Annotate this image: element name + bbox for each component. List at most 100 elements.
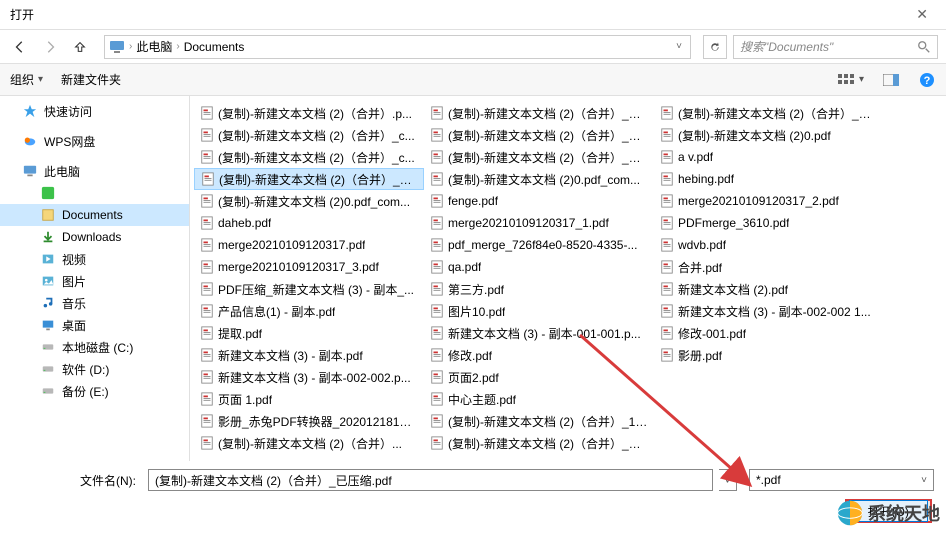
file-name: 新建文本文档 (3) - 副本-001-001.p... [448, 325, 641, 342]
search-placeholder: 搜索"Documents" [740, 38, 917, 55]
file-item[interactable]: (复制)-新建文本文档 (2)（合并）... [194, 432, 424, 454]
file-item[interactable]: (复制)-新建文本文档 (2)（合并）_加... [424, 432, 654, 454]
sidebar-quick-access[interactable]: 快速访问 [0, 100, 189, 122]
file-item[interactable]: fenge.pdf [424, 190, 654, 212]
pdf-icon [200, 304, 214, 318]
file-item[interactable]: daheb.pdf [194, 212, 424, 234]
chevron-down-icon[interactable]: ˅ [676, 41, 686, 52]
file-item[interactable]: merge20210109120317_2.pdf [654, 190, 884, 212]
file-name: 图片10.pdf [448, 303, 505, 320]
refresh-button[interactable] [703, 35, 727, 59]
file-item[interactable]: (复制)-新建文本文档 (2)（合并）_加... [654, 102, 884, 124]
file-name: PDFmerge_3610.pdf [678, 216, 789, 230]
sidebar-item[interactable]: 备份 (E:) [0, 380, 189, 402]
folder-icon [40, 317, 56, 333]
file-name: 页面 1.pdf [218, 391, 272, 408]
forward-button[interactable] [38, 35, 62, 59]
pdf-icon [660, 216, 674, 230]
file-item[interactable]: 修改-001.pdf [654, 322, 884, 344]
chevron-down-icon[interactable]: ▾ [38, 74, 43, 85]
close-icon[interactable]: ✕ [908, 2, 936, 27]
file-item[interactable]: (复制)-新建文本文档 (2)（合并）_c... [194, 124, 424, 146]
file-item[interactable]: (复制)-新建文本文档 (2)0.pdf_com... [424, 168, 654, 190]
file-item[interactable]: (复制)-新建文本文档 (2)0.pdf_com... [194, 190, 424, 212]
file-item[interactable]: qa.pdf [424, 256, 654, 278]
file-item[interactable]: (复制)-新建文本文档 (2)（合并）_已... [194, 168, 424, 190]
chevron-down-icon[interactable]: ▾ [859, 74, 864, 85]
sidebar-item[interactable]: 桌面 [0, 314, 189, 336]
sidebar-item[interactable]: 图片 [0, 270, 189, 292]
file-item[interactable]: hebing.pdf [654, 168, 884, 190]
file-item[interactable]: 页面 1.pdf [194, 388, 424, 410]
sidebar-item[interactable]: 音乐 [0, 292, 189, 314]
search-input[interactable]: 搜索"Documents" [733, 35, 938, 59]
file-item[interactable]: (复制)-新建文本文档 (2)（合并）_c... [194, 146, 424, 168]
file-item[interactable]: merge20210109120317_1.pdf [424, 212, 654, 234]
file-item[interactable]: (复制)-新建文本文档 (2)（合并）_已... [424, 146, 654, 168]
file-item[interactable]: wdvb.pdf [654, 234, 884, 256]
sidebar-item[interactable]: Downloads [0, 226, 189, 248]
new-folder-button[interactable]: 新建文件夹 [61, 71, 121, 88]
preview-pane-icon[interactable] [882, 71, 900, 89]
file-item[interactable]: merge20210109120317_3.pdf [194, 256, 424, 278]
file-item[interactable]: 提取.pdf [194, 322, 424, 344]
sidebar-wps[interactable]: WPS网盘 [0, 130, 189, 152]
file-item[interactable]: (复制)-新建文本文档 (2)（合并）.p... [194, 102, 424, 124]
file-name: 修改.pdf [448, 347, 492, 364]
file-item[interactable]: 第三方.pdf [424, 278, 654, 300]
file-item[interactable]: 合并.pdf [654, 256, 884, 278]
filename-history-dropdown[interactable]: ˅ [719, 469, 737, 491]
sidebar-item[interactable]: 本地磁盘 (C:) [0, 336, 189, 358]
file-item[interactable]: (复制)-新建文本文档 (2)0.pdf [654, 124, 884, 146]
file-item[interactable]: 影册_赤兔PDF转换器_20201218102... [194, 410, 424, 432]
file-item[interactable]: 产品信息(1) - 副本.pdf [194, 300, 424, 322]
sidebar-item[interactable]: 软件 (D:) [0, 358, 189, 380]
pdf-icon [430, 150, 444, 164]
organize-menu[interactable]: 组织 [10, 71, 34, 88]
sidebar-item-label: Documents [62, 208, 123, 222]
file-item[interactable]: 影册.pdf [654, 344, 884, 366]
file-name: 页面2.pdf [448, 369, 499, 386]
file-item[interactable]: a v.pdf [654, 146, 884, 168]
pdf-icon [200, 282, 214, 296]
file-item[interactable]: 新建文本文档 (2).pdf [654, 278, 884, 300]
file-item[interactable]: (复制)-新建文本文档 (2)（合并）_加... [424, 124, 654, 146]
file-item[interactable]: PDF压缩_新建文本文档 (3) - 副本_... [194, 278, 424, 300]
file-item[interactable]: 修改.pdf [424, 344, 654, 366]
view-options-icon[interactable] [837, 71, 855, 89]
file-item[interactable]: 新建文本文档 (3) - 副本-002-002.p... [194, 366, 424, 388]
folder-icon [40, 295, 56, 311]
file-item[interactable]: 新建文本文档 (3) - 副本-001-001.p... [424, 322, 654, 344]
file-name: 新建文本文档 (3) - 副本-002-002.p... [218, 369, 411, 386]
pdf-icon [200, 326, 214, 340]
sidebar-item[interactable]: Documents [0, 204, 189, 226]
back-button[interactable] [8, 35, 32, 59]
pdf-icon [430, 238, 444, 252]
crumb-thispc[interactable]: 此电脑 [136, 38, 172, 55]
file-item[interactable]: (复制)-新建文本文档 (2)（合并）_加... [424, 102, 654, 124]
file-type-filter[interactable]: *.pdf˅ [749, 469, 934, 491]
file-item[interactable]: (复制)-新建文本文档 (2)（合并）_1.... [424, 410, 654, 432]
pdf-icon [430, 348, 444, 362]
file-list[interactable]: (复制)-新建文本文档 (2)（合并）.p...(复制)-新建文本文档 (2)（… [190, 96, 946, 461]
file-item[interactable]: merge20210109120317.pdf [194, 234, 424, 256]
file-name: merge20210109120317_3.pdf [218, 260, 379, 274]
filename-input[interactable]: (复制)-新建文本文档 (2)（合并）_已压缩.pdf [148, 469, 713, 491]
crumb-documents[interactable]: Documents [184, 40, 245, 54]
pdf-icon [430, 106, 444, 120]
file-item[interactable]: 页面2.pdf [424, 366, 654, 388]
breadcrumb[interactable]: › 此电脑 › Documents ˅ [104, 35, 691, 59]
file-item[interactable]: pdf_merge_726f84e0-8520-4335-... [424, 234, 654, 256]
pdf-icon [660, 106, 674, 120]
sidebar-unknown-item[interactable] [0, 182, 189, 204]
up-button[interactable] [68, 35, 92, 59]
file-item[interactable]: 新建文本文档 (3) - 副本.pdf [194, 344, 424, 366]
sidebar-item[interactable]: 视频 [0, 248, 189, 270]
help-icon[interactable]: ? [918, 71, 936, 89]
file-item[interactable]: 中心主题.pdf [424, 388, 654, 410]
titlebar: 打开 ✕ [0, 0, 946, 30]
file-item[interactable]: 新建文本文档 (3) - 副本-002-002 1... [654, 300, 884, 322]
file-item[interactable]: PDFmerge_3610.pdf [654, 212, 884, 234]
file-item[interactable]: 图片10.pdf [424, 300, 654, 322]
sidebar-thispc[interactable]: 此电脑 [0, 160, 189, 182]
